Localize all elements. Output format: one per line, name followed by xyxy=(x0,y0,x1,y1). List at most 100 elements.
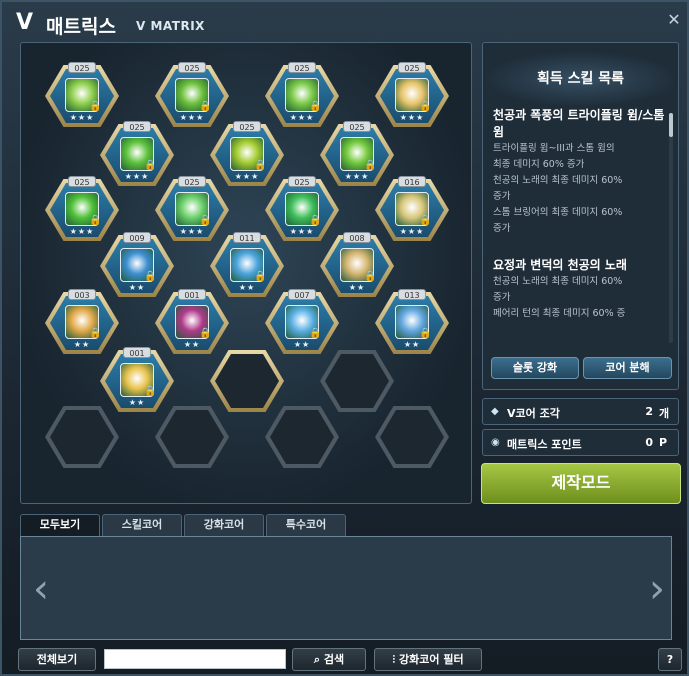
lock-icon: 🔒 xyxy=(364,271,377,282)
core-stars: ★★ xyxy=(403,340,421,349)
core-level-badge: 025 xyxy=(178,62,206,73)
empty-core-slot[interactable] xyxy=(45,406,119,468)
window-subtitle: V MATRIX xyxy=(136,19,205,33)
skill-desc-line: 증가 xyxy=(493,191,511,202)
core-slot-bg xyxy=(380,410,444,464)
v-matrix-window: V 매트릭스 V MATRIX ✕ 025 ★★★ 🔒 025 ★★★ 🔒 025 ★★★ 🔒 0… xyxy=(0,0,689,676)
lock-icon: 🔒 xyxy=(89,328,102,339)
core-level-badge: 001 xyxy=(178,289,206,300)
core-disassemble-button[interactable]: 코어 분해 xyxy=(583,357,672,379)
core-stars: ★★★ xyxy=(399,227,425,236)
core-level-badge: 013 xyxy=(398,289,426,300)
tab-enhance-core[interactable]: 강화코어 xyxy=(184,514,264,536)
prev-page-arrow-icon[interactable]: ‹ xyxy=(31,565,51,613)
skill-desc-line: 증가 xyxy=(493,223,511,234)
lock-icon: 🔒 xyxy=(419,328,432,339)
core-stars: ★★ xyxy=(293,340,311,349)
core-stars: ★★★ xyxy=(124,172,150,181)
lock-icon: 🔒 xyxy=(199,328,212,339)
matrix-point-unit: P xyxy=(659,436,668,449)
skill-list-title: 획득 스킬 목록 xyxy=(483,51,678,107)
skill-desc-line: 페어리 턴의 최종 데미지 60% 증 xyxy=(493,308,626,319)
core-stars: ★★★ xyxy=(289,113,315,122)
core-stars: ★★★ xyxy=(179,227,205,236)
lock-icon: 🔒 xyxy=(144,386,157,397)
core-level-badge: 025 xyxy=(233,121,261,132)
core-level-badge: 025 xyxy=(178,176,206,187)
lock-icon: 🔒 xyxy=(254,160,267,171)
core-stars: ★★★ xyxy=(234,172,260,181)
window-title: 매트릭스 xyxy=(46,16,116,38)
core-slot-bg xyxy=(325,354,389,408)
search-input[interactable] xyxy=(104,649,286,669)
empty-core-slot[interactable] xyxy=(210,350,284,412)
core-stars: ★★ xyxy=(73,340,91,349)
v-core-shard-label: V코어 조각 xyxy=(507,407,560,420)
tab-special-core[interactable]: 특수코어 xyxy=(266,514,346,536)
skill-entry: 요정과 변덕의 천공의 노래 천공의 노래의 최종 데미지 60% 증가 페어리… xyxy=(493,257,665,322)
core-level-badge: 025 xyxy=(288,176,316,187)
search-icon: ⌕ xyxy=(313,653,321,666)
core-stars: ★★★ xyxy=(399,113,425,122)
diamond-icon: ◆ xyxy=(491,406,499,417)
view-all-button[interactable]: 전체보기 xyxy=(18,648,96,671)
skill-list-panel: 획득 스킬 목록 천공과 폭풍의 트라이플링 윔/스톰 윔 트라이플링 윔~II… xyxy=(482,42,679,390)
core-inventory[interactable]: ‹ › xyxy=(20,536,672,640)
core-stars: ★★ xyxy=(183,340,201,349)
matrix-point-icon: ◉ xyxy=(491,437,500,448)
core-level-badge: 025 xyxy=(343,121,371,132)
skill-list[interactable]: 천공과 폭풍의 트라이플링 윔/스톰 윔 트라이플링 윔~III과 스톰 윔의 … xyxy=(493,107,665,353)
close-icon[interactable]: ✕ xyxy=(666,12,682,28)
empty-core-slot[interactable] xyxy=(320,350,394,412)
search-button[interactable]: ⌕ 검색 xyxy=(292,648,366,671)
skill-entry-gap xyxy=(493,237,665,257)
lock-icon: 🔒 xyxy=(254,271,267,282)
core-stars: ★★★ xyxy=(69,113,95,122)
core-level-badge: 008 xyxy=(343,232,371,243)
enhance-core-filter-button[interactable]: ⫶ 강화코어 필터 xyxy=(374,648,482,671)
skill-name: 천공과 폭풍의 트라이플링 윔/스톰 윔 xyxy=(493,108,665,139)
title-bar[interactable]: V 매트릭스 V MATRIX ✕ xyxy=(2,2,687,42)
next-page-arrow-icon[interactable]: › xyxy=(647,565,667,613)
tab-skill-core[interactable]: 스킬코어 xyxy=(102,514,182,536)
lock-icon: 🔒 xyxy=(309,328,322,339)
craft-mode-button[interactable]: 제작모드 xyxy=(481,463,681,504)
lock-icon: 🔒 xyxy=(309,215,322,226)
lock-icon: 🔒 xyxy=(199,215,212,226)
v-core-shard-value: 2 xyxy=(645,405,653,418)
search-button-label: 검색 xyxy=(323,653,345,666)
skill-desc-line: 최종 데미지 60% 증가 xyxy=(493,159,585,170)
empty-core-slot[interactable] xyxy=(375,406,449,468)
skill-name: 요정과 변덕의 천공의 노래 xyxy=(493,258,627,272)
matrix-slots: 025 ★★★ 🔒 025 ★★★ 🔒 025 ★★★ 🔒 025 ★★★ 🔒 025 ★★★ 🔒 025 ★★… xyxy=(21,43,473,505)
matrix-point-label: 매트릭스 포인트 xyxy=(507,438,582,451)
lock-icon: 🔒 xyxy=(199,101,212,112)
core-slot-bg xyxy=(270,410,334,464)
lock-icon: 🔒 xyxy=(89,215,102,226)
slot-upgrade-button[interactable]: 슬롯 강화 xyxy=(491,357,579,379)
tab-all[interactable]: 모두보기 xyxy=(20,514,100,536)
filter-button-label: 강화코어 필터 xyxy=(399,653,464,666)
v-core-shard-unit: 개 xyxy=(659,407,670,420)
core-level-badge: 016 xyxy=(398,176,426,187)
core-stars: ★★★ xyxy=(69,227,95,236)
title-v-letter: V xyxy=(16,10,34,35)
core-stars: ★★★ xyxy=(344,172,370,181)
matrix-point-value: 0 xyxy=(645,436,653,449)
core-level-badge: 001 xyxy=(123,347,151,358)
core-tabs: 모두보기 스킬코어 강화코어 특수코어 xyxy=(20,514,350,536)
core-stars: ★★ xyxy=(348,283,366,292)
lock-icon: 🔒 xyxy=(144,271,157,282)
core-level-badge: 025 xyxy=(68,62,96,73)
core-level-badge: 011 xyxy=(233,232,261,243)
help-button[interactable]: ? xyxy=(658,648,682,671)
skill-desc-line: 스톰 브링어의 최종 데미지 60% xyxy=(493,207,623,218)
scrollbar-thumb[interactable] xyxy=(669,113,673,137)
empty-core-slot[interactable] xyxy=(265,406,339,468)
skill-desc-line: 천공의 노래의 최종 데미지 60% xyxy=(493,276,623,287)
core-level-badge: 003 xyxy=(68,289,96,300)
empty-core-slot[interactable] xyxy=(155,406,229,468)
core-level-badge: 025 xyxy=(288,62,316,73)
matrix-board: 025 ★★★ 🔒 025 ★★★ 🔒 025 ★★★ 🔒 025 ★★★ 🔒 025 ★★★ 🔒 025 ★★… xyxy=(20,42,472,504)
skill-list-scrollbar[interactable] xyxy=(669,113,673,343)
